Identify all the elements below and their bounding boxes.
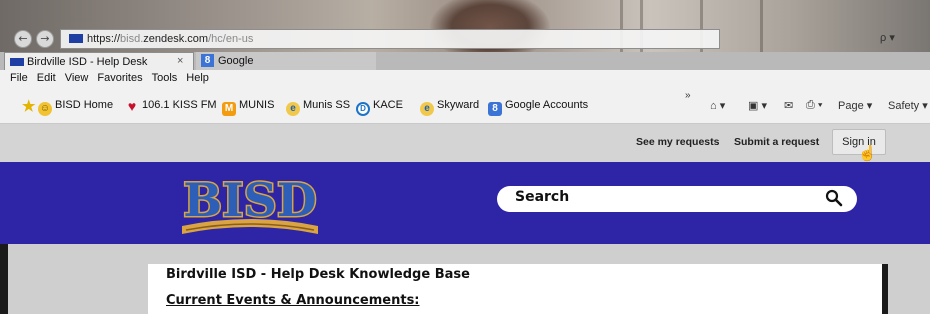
address-bar[interactable]: https://bisd.zendesk.com/hc/en-us [60, 29, 720, 49]
munis-icon: M [222, 102, 236, 116]
fav-munis[interactable]: M MUNIS [222, 99, 274, 116]
favorites-overflow-icon[interactable]: » [685, 90, 691, 101]
fav-skyward[interactable]: e Skyward [420, 99, 479, 116]
fav-bisd-home[interactable]: ☺ BISD Home [38, 99, 113, 116]
hand-cursor-icon: ☝ [858, 145, 877, 162]
google-favicon-icon: 8 [201, 54, 214, 67]
svg-text:BISD: BISD [183, 173, 317, 227]
feeds-icon[interactable]: ▣ ▾ [748, 99, 767, 112]
tab-label: Google [218, 55, 254, 67]
print-icon[interactable]: ⎙ ▾ [806, 99, 822, 112]
kb-title: Birdville ISD - Help Desk Knowledge Base [166, 267, 470, 282]
site-header-banner: BISD Search [0, 162, 930, 244]
user-nav: See my requests Submit a request Sign in… [0, 124, 930, 162]
fav-google-accounts[interactable]: 8 Google Accounts [488, 99, 588, 116]
left-border [0, 244, 8, 314]
menu-view[interactable]: View [65, 72, 89, 84]
fav-kace[interactable]: D KACE [356, 99, 403, 116]
fav-label: BISD Home [55, 99, 114, 111]
dell-icon: D [356, 102, 370, 116]
menu-help[interactable]: Help [186, 72, 209, 84]
search-input[interactable]: Search [497, 186, 857, 212]
fav-kiss-fm[interactable]: ♥ 106.1 KISS FM [125, 99, 217, 113]
url-scheme: https:// [87, 33, 121, 45]
google-icon: 8 [488, 102, 502, 116]
url-subdomain: bisd. [120, 33, 144, 45]
bisd-favicon-icon [10, 58, 24, 66]
menu-favorites[interactable]: Favorites [97, 72, 142, 84]
back-button[interactable]: ← [14, 30, 32, 48]
address-search-icon[interactable]: ρ ▾ [880, 31, 895, 44]
favorites-star-icon[interactable]: ★ [22, 99, 37, 114]
mail-icon[interactable]: ✉ [784, 99, 793, 112]
page-menu[interactable]: Page ▾ [838, 99, 872, 112]
heart-radio-icon: ♥ [127, 98, 137, 114]
menu-edit[interactable]: Edit [37, 72, 56, 84]
tab-help-desk[interactable]: Birdville ISD - Help Desk × [4, 52, 194, 70]
web-page: See my requests Submit a request Sign in… [0, 124, 930, 314]
safety-menu[interactable]: Safety ▾ [888, 99, 928, 112]
background-detail [760, 0, 763, 52]
fav-label: MUNIS [239, 99, 275, 111]
knowledge-base-card: Birdville ISD - Help Desk Knowledge Base… [148, 264, 888, 314]
tab-strip: Birdville ISD - Help Desk × 8 Google [0, 52, 930, 70]
menu-tools[interactable]: Tools [152, 72, 178, 84]
submit-request-link[interactable]: Submit a request [734, 136, 819, 148]
fav-label: Skyward [437, 99, 480, 111]
fav-label: 106.1 KISS FM [142, 99, 217, 111]
ie-icon: e [420, 102, 434, 116]
fav-label: Google Accounts [505, 99, 589, 111]
home-icon[interactable]: ⌂ ▾ [710, 99, 725, 112]
menu-file[interactable]: File [10, 72, 28, 84]
site-favicon-icon [69, 34, 83, 43]
tab-google[interactable]: 8 Google [196, 52, 376, 70]
fav-munis-ss[interactable]: e Munis SS [286, 99, 350, 116]
url-host: zendesk.com [143, 33, 209, 45]
close-tab-icon[interactable]: × [177, 55, 183, 67]
see-my-requests-link[interactable]: See my requests [636, 136, 719, 148]
url-path: /hc/en-us [208, 33, 254, 45]
kb-section-link[interactable]: Current Events & Announcements: [166, 293, 420, 308]
smiley-icon: ☺ [38, 102, 52, 116]
fav-label: KACE [373, 99, 403, 111]
fav-label: Munis SS [303, 99, 351, 111]
search-placeholder: Search [515, 189, 570, 205]
favorites-bar: ★ ☺ BISD Home ♥ 106.1 KISS FM M MUNIS e Muni… [0, 86, 930, 124]
forward-button[interactable]: → [36, 30, 54, 48]
ie-icon: e [286, 102, 300, 116]
bisd-logo[interactable]: BISD [172, 164, 328, 240]
tab-label: Birdville ISD - Help Desk [27, 56, 148, 68]
menu-bar: File Edit View Favorites Tools Help [0, 70, 930, 86]
search-icon[interactable] [825, 189, 843, 207]
